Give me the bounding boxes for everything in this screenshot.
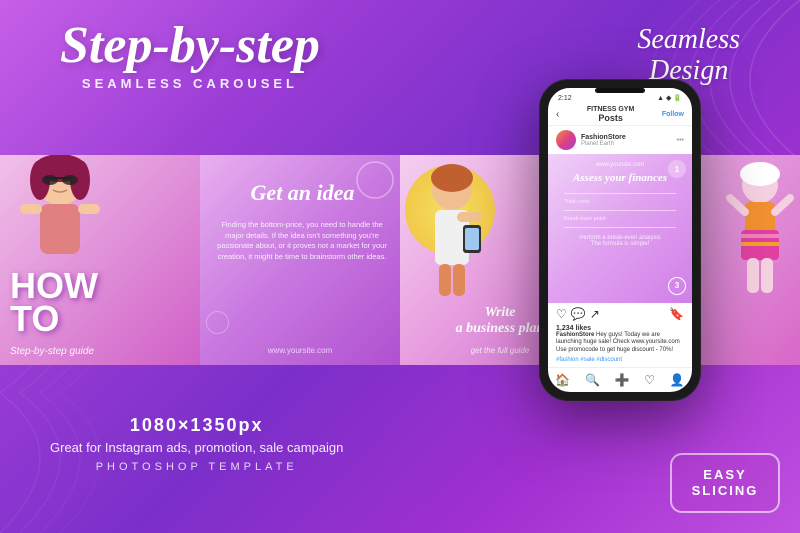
person-svg-4 bbox=[725, 160, 795, 300]
template-label: PHOTOSHOP TEMPLATE bbox=[50, 461, 343, 473]
ig-profile-row: FashionStore Planet Earth ••• bbox=[548, 126, 692, 154]
ig-slide-content: 1 www.yoursite.com Assess your finances … bbox=[548, 154, 692, 303]
bottom-info-section: 1080×1350px Great for Instagram ads, pro… bbox=[50, 415, 343, 473]
ig-divider-3 bbox=[564, 227, 676, 228]
phone-outer-shell: 2:12 ▲ ◆ 🔋 ‹ FITNESS GYM Posts Follow bbox=[540, 80, 700, 400]
status-icons: ▲ ◆ 🔋 bbox=[657, 94, 682, 102]
ig-avatar bbox=[556, 130, 576, 150]
person-svg-1 bbox=[5, 155, 115, 270]
dimensions-label: 1080×1350px bbox=[50, 415, 343, 436]
ig-comment-icon: 💬 bbox=[571, 307, 586, 321]
ig-more-icon: ••• bbox=[677, 137, 684, 144]
seamless-design-badge: Seamless Design bbox=[637, 25, 740, 87]
get-idea-title: Get an idea bbox=[215, 180, 390, 206]
ig-slide-badge-3: 3 bbox=[668, 277, 686, 295]
ig-nav-profile[interactable]: 👤 bbox=[670, 373, 685, 387]
ig-actions-bar: ♡ 💬 ↗ 🔖 bbox=[548, 303, 692, 325]
ig-breakeven-text: Perform a break-even analysis The formul… bbox=[556, 235, 684, 247]
ig-heart-icon: ♡ bbox=[556, 307, 567, 321]
ig-follow-button[interactable]: Follow bbox=[662, 111, 684, 118]
person-svg-3 bbox=[415, 160, 490, 300]
ig-slide-badge-1: 1 bbox=[668, 160, 686, 178]
how-to-label: HOWTO bbox=[10, 270, 98, 335]
ig-nav-home[interactable]: 🏠 bbox=[555, 373, 570, 387]
ig-hashtags: #fashion #sale #discount bbox=[548, 357, 692, 367]
background: Step-by-step SEAMLESS CAROUSEL Seamless … bbox=[0, 0, 800, 533]
phone-time: 2:12 bbox=[558, 95, 572, 102]
panel1-person bbox=[5, 155, 115, 270]
carousel-panel-2: Get an idea Finding the bottom-price, yo… bbox=[200, 155, 400, 365]
step-guide-label: Step-by-step guide bbox=[10, 346, 94, 357]
ig-slide-url: www.yoursite.com bbox=[556, 162, 684, 168]
carousel-panel-1: HOWTO Step-by-step guide bbox=[0, 155, 200, 365]
ig-field-2: Break-even point bbox=[564, 216, 676, 222]
ig-profile-info: FashionStore Planet Earth bbox=[581, 134, 626, 147]
get-idea-body: Finding the bottom-price, you need to ha… bbox=[212, 220, 392, 262]
panel2-url: www.yoursite.com bbox=[200, 346, 400, 355]
ig-divider-2 bbox=[564, 210, 676, 211]
ig-assess-title: Assess your finances bbox=[556, 172, 684, 184]
ig-caption: FashionStore Hey guys! Today we are laun… bbox=[548, 332, 692, 357]
ig-divider-1 bbox=[564, 193, 676, 194]
promo-description: Great for Instagram ads, promotion, sale… bbox=[50, 440, 343, 455]
ig-gym-name: FITNESS GYM bbox=[587, 106, 634, 113]
ig-header: ‹ FITNESS GYM Posts Follow bbox=[548, 104, 692, 126]
main-title: Step-by-step bbox=[60, 20, 320, 72]
ig-likes-count: 1,234 likes bbox=[548, 325, 692, 332]
ig-nav-add[interactable]: ➕ bbox=[615, 373, 630, 387]
ig-bottom-nav: 🏠 🔍 ➕ ♡ 👤 bbox=[548, 367, 692, 392]
ig-profile-name: FashionStore bbox=[581, 134, 626, 141]
phone-screen: 2:12 ▲ ◆ 🔋 ‹ FITNESS GYM Posts Follow bbox=[548, 88, 692, 392]
phone-mockup: 2:12 ▲ ◆ 🔋 ‹ FITNESS GYM Posts Follow bbox=[540, 80, 700, 400]
ig-field-1: Total costs bbox=[564, 199, 676, 205]
circle-deco-2b bbox=[205, 310, 230, 335]
ig-bookmark-icon: 🔖 bbox=[669, 307, 684, 321]
panel4-person bbox=[725, 160, 795, 300]
panel3-person bbox=[415, 160, 490, 300]
ig-nav-heart[interactable]: ♡ bbox=[644, 373, 655, 387]
ig-caption-user: FashionStore bbox=[556, 332, 594, 338]
easy-slicing-text: EASY SLicing bbox=[692, 467, 759, 498]
ig-share-icon: ↗ bbox=[590, 307, 600, 321]
header-section: Step-by-step SEAMLESS CAROUSEL bbox=[60, 20, 320, 91]
easy-slicing-badge: EASY SLicing bbox=[670, 453, 780, 513]
ig-posts-label: Posts bbox=[587, 113, 634, 123]
seamless-design-text: Seamless Design bbox=[637, 25, 740, 87]
ig-carousel-slide: 1 www.yoursite.com Assess your finances … bbox=[548, 154, 692, 303]
subtitle: SEAMLESS CAROUSEL bbox=[60, 76, 320, 91]
back-arrow-icon: ‹ bbox=[556, 109, 559, 120]
ig-profile-sub: Planet Earth bbox=[581, 141, 626, 147]
ig-nav-search[interactable]: 🔍 bbox=[585, 373, 600, 387]
ig-header-center: FITNESS GYM Posts bbox=[587, 106, 634, 123]
phone-notch bbox=[595, 88, 645, 93]
